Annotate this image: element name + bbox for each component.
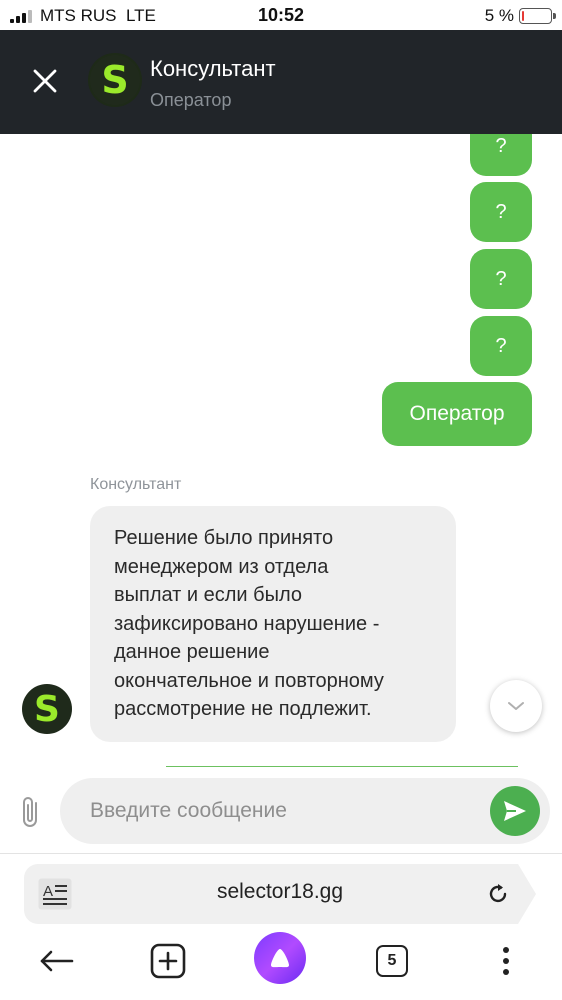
back-button[interactable] (36, 941, 76, 981)
alice-assistant-icon (271, 949, 289, 968)
new-tab-button[interactable] (148, 941, 188, 981)
attach-button[interactable] (18, 794, 44, 830)
outgoing-message: ? (470, 316, 532, 376)
chevron-down-icon (508, 702, 524, 710)
message-line: Решение было принято (114, 527, 334, 549)
outgoing-message: ? (470, 182, 532, 242)
close-icon (33, 69, 57, 93)
outgoing-message: Оператор (382, 382, 532, 446)
outgoing-message: ? (470, 134, 532, 176)
message-line: выплат и если было (114, 584, 302, 606)
scroll-down-button[interactable] (490, 680, 542, 732)
paperclip-icon (23, 797, 37, 827)
back-arrow-icon (40, 950, 74, 972)
incoming-message: Решение было принято менеджером из отдел… (90, 506, 456, 742)
url-text: selector18.gg (216, 880, 344, 903)
message-line: зафиксировано нарушение - (114, 612, 380, 635)
outgoing-message: ? (470, 249, 532, 309)
battery-percent: 5 % (484, 6, 514, 25)
sender-name: Консультант (90, 476, 182, 493)
more-menu-button[interactable] (486, 941, 526, 981)
message-composer (0, 770, 562, 854)
avatar-letter: S (34, 688, 60, 730)
tabs-icon: 5 (376, 945, 408, 977)
avatar-letter: S (101, 58, 129, 102)
more-menu-icon (503, 947, 509, 975)
close-button[interactable] (28, 64, 62, 98)
status-time: 10:52 (257, 5, 305, 25)
status-bar: MTS RUS LTE 10:52 5 % (0, 0, 562, 30)
chat-header: S Консультант Оператор (0, 30, 562, 134)
alice-assistant-button[interactable] (254, 932, 306, 984)
chat-title: Консультант (150, 56, 276, 81)
message-input[interactable] (60, 778, 550, 844)
consultant-avatar: S (90, 55, 140, 105)
address-bar[interactable]: A selector18.gg (24, 864, 536, 924)
message-line: рассмотрение не подлежит. (114, 698, 372, 720)
divider (166, 766, 518, 767)
consultant-avatar: S (22, 684, 72, 734)
browser-nav: 5 (0, 932, 562, 987)
send-button[interactable] (490, 786, 540, 836)
reload-icon[interactable] (484, 880, 512, 908)
message-line: окончательное и повторному (114, 669, 384, 692)
battery-tip (553, 13, 556, 19)
tabs-button[interactable]: 5 (372, 941, 412, 981)
message-line: менеджером из отдела (114, 555, 329, 578)
battery-icon (519, 8, 552, 24)
message-line: данное решение (114, 641, 270, 663)
send-arrow-icon (504, 801, 526, 821)
chat-subtitle: Оператор (150, 90, 232, 110)
message-list[interactable]: ? ? ? ? Оператор Консультант Решение был… (0, 134, 562, 770)
browser-toolbar: A selector18.gg 5 (0, 855, 562, 1000)
new-tab-icon (150, 943, 186, 979)
